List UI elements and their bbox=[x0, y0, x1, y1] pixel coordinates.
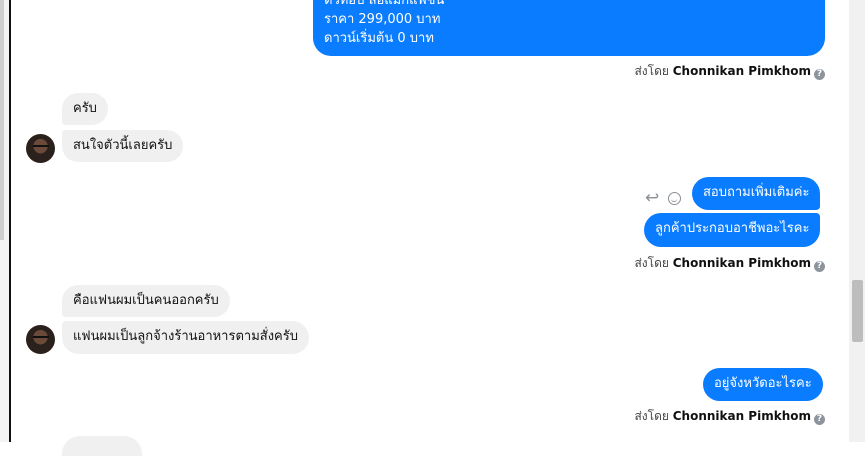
smiley-icon[interactable] bbox=[668, 192, 681, 205]
incoming-message[interactable]: แฟนผมเป็นลูกจ้างร้านอาหารตามสั่งครับ bbox=[62, 321, 309, 354]
reply-icon[interactable]: ↩ bbox=[645, 190, 659, 207]
incoming-message[interactable]: คือแฟนผมเป็นคนออกครับ bbox=[62, 285, 230, 317]
sender-name: Chonnikan Pimkhom bbox=[672, 256, 811, 270]
incoming-message[interactable]: ครับ bbox=[62, 93, 108, 125]
message-text: อยู่จังหวัดอะไรคะ bbox=[714, 376, 812, 391]
info-icon[interactable]: ? bbox=[814, 69, 825, 80]
info-icon[interactable]: ? bbox=[814, 261, 825, 272]
sent-by-prefix: ส่งโดย bbox=[634, 256, 669, 270]
scrollbar-thumb[interactable] bbox=[852, 280, 863, 342]
message-line: ดาวน์เริ่มต้น 0 บาท bbox=[324, 31, 434, 46]
info-icon[interactable]: ? bbox=[814, 414, 825, 425]
avatar-glasses bbox=[33, 336, 49, 342]
message-text: คือแฟนผมเป็นคนออกครับ bbox=[73, 293, 219, 308]
sent-by-prefix: ส่งโดย bbox=[634, 64, 669, 78]
sent-by-prefix: ส่งโดย bbox=[634, 409, 669, 423]
sent-by-label: ส่งโดย Chonnikan Pimkhom? bbox=[634, 62, 825, 81]
incoming-message-partial[interactable] bbox=[62, 436, 142, 456]
message-text: ลูกค้าประกอบอาชีพอะไรคะ bbox=[655, 221, 810, 236]
sender-name: Chonnikan Pimkhom bbox=[672, 409, 811, 423]
chat-scrollbar[interactable] bbox=[849, 0, 865, 442]
message-line: ราคา 299,000 บาท bbox=[324, 12, 441, 27]
sender-name: Chonnikan Pimkhom bbox=[672, 64, 811, 78]
left-panel-edge bbox=[0, 0, 11, 442]
message-line: ตัวท็อป ล้อแม็กแฟชั่น bbox=[324, 0, 445, 8]
left-scrollbar[interactable] bbox=[0, 0, 4, 240]
outgoing-message[interactable]: ลูกค้าประกอบอาชีพอะไรคะ bbox=[644, 213, 821, 247]
user-avatar[interactable] bbox=[26, 134, 55, 163]
sent-by-label: ส่งโดย Chonnikan Pimkhom? bbox=[634, 407, 825, 426]
outgoing-message[interactable]: อยู่จังหวัดอะไรคะ bbox=[703, 368, 823, 401]
outgoing-message[interactable]: สอบถามเพิ่มเติมค่ะ bbox=[692, 177, 821, 210]
message-text: แฟนผมเป็นลูกจ้างร้านอาหารตามสั่งครับ bbox=[73, 329, 298, 344]
outgoing-message-product-info[interactable]: ตัวท็อป ล้อแม็กแฟชั่น ราคา 299,000 บาท ด… bbox=[313, 0, 825, 56]
avatar-glasses bbox=[33, 145, 49, 151]
message-text: สนใจตัวนี้เลยครับ bbox=[73, 138, 173, 153]
incoming-message[interactable]: สนใจตัวนี้เลยครับ bbox=[62, 130, 184, 162]
message-text: ครับ bbox=[73, 101, 97, 116]
sent-by-label: ส่งโดย Chonnikan Pimkhom? bbox=[634, 254, 825, 273]
user-avatar[interactable] bbox=[26, 325, 55, 354]
message-text: สอบถามเพิ่มเติมค่ะ bbox=[703, 185, 810, 200]
